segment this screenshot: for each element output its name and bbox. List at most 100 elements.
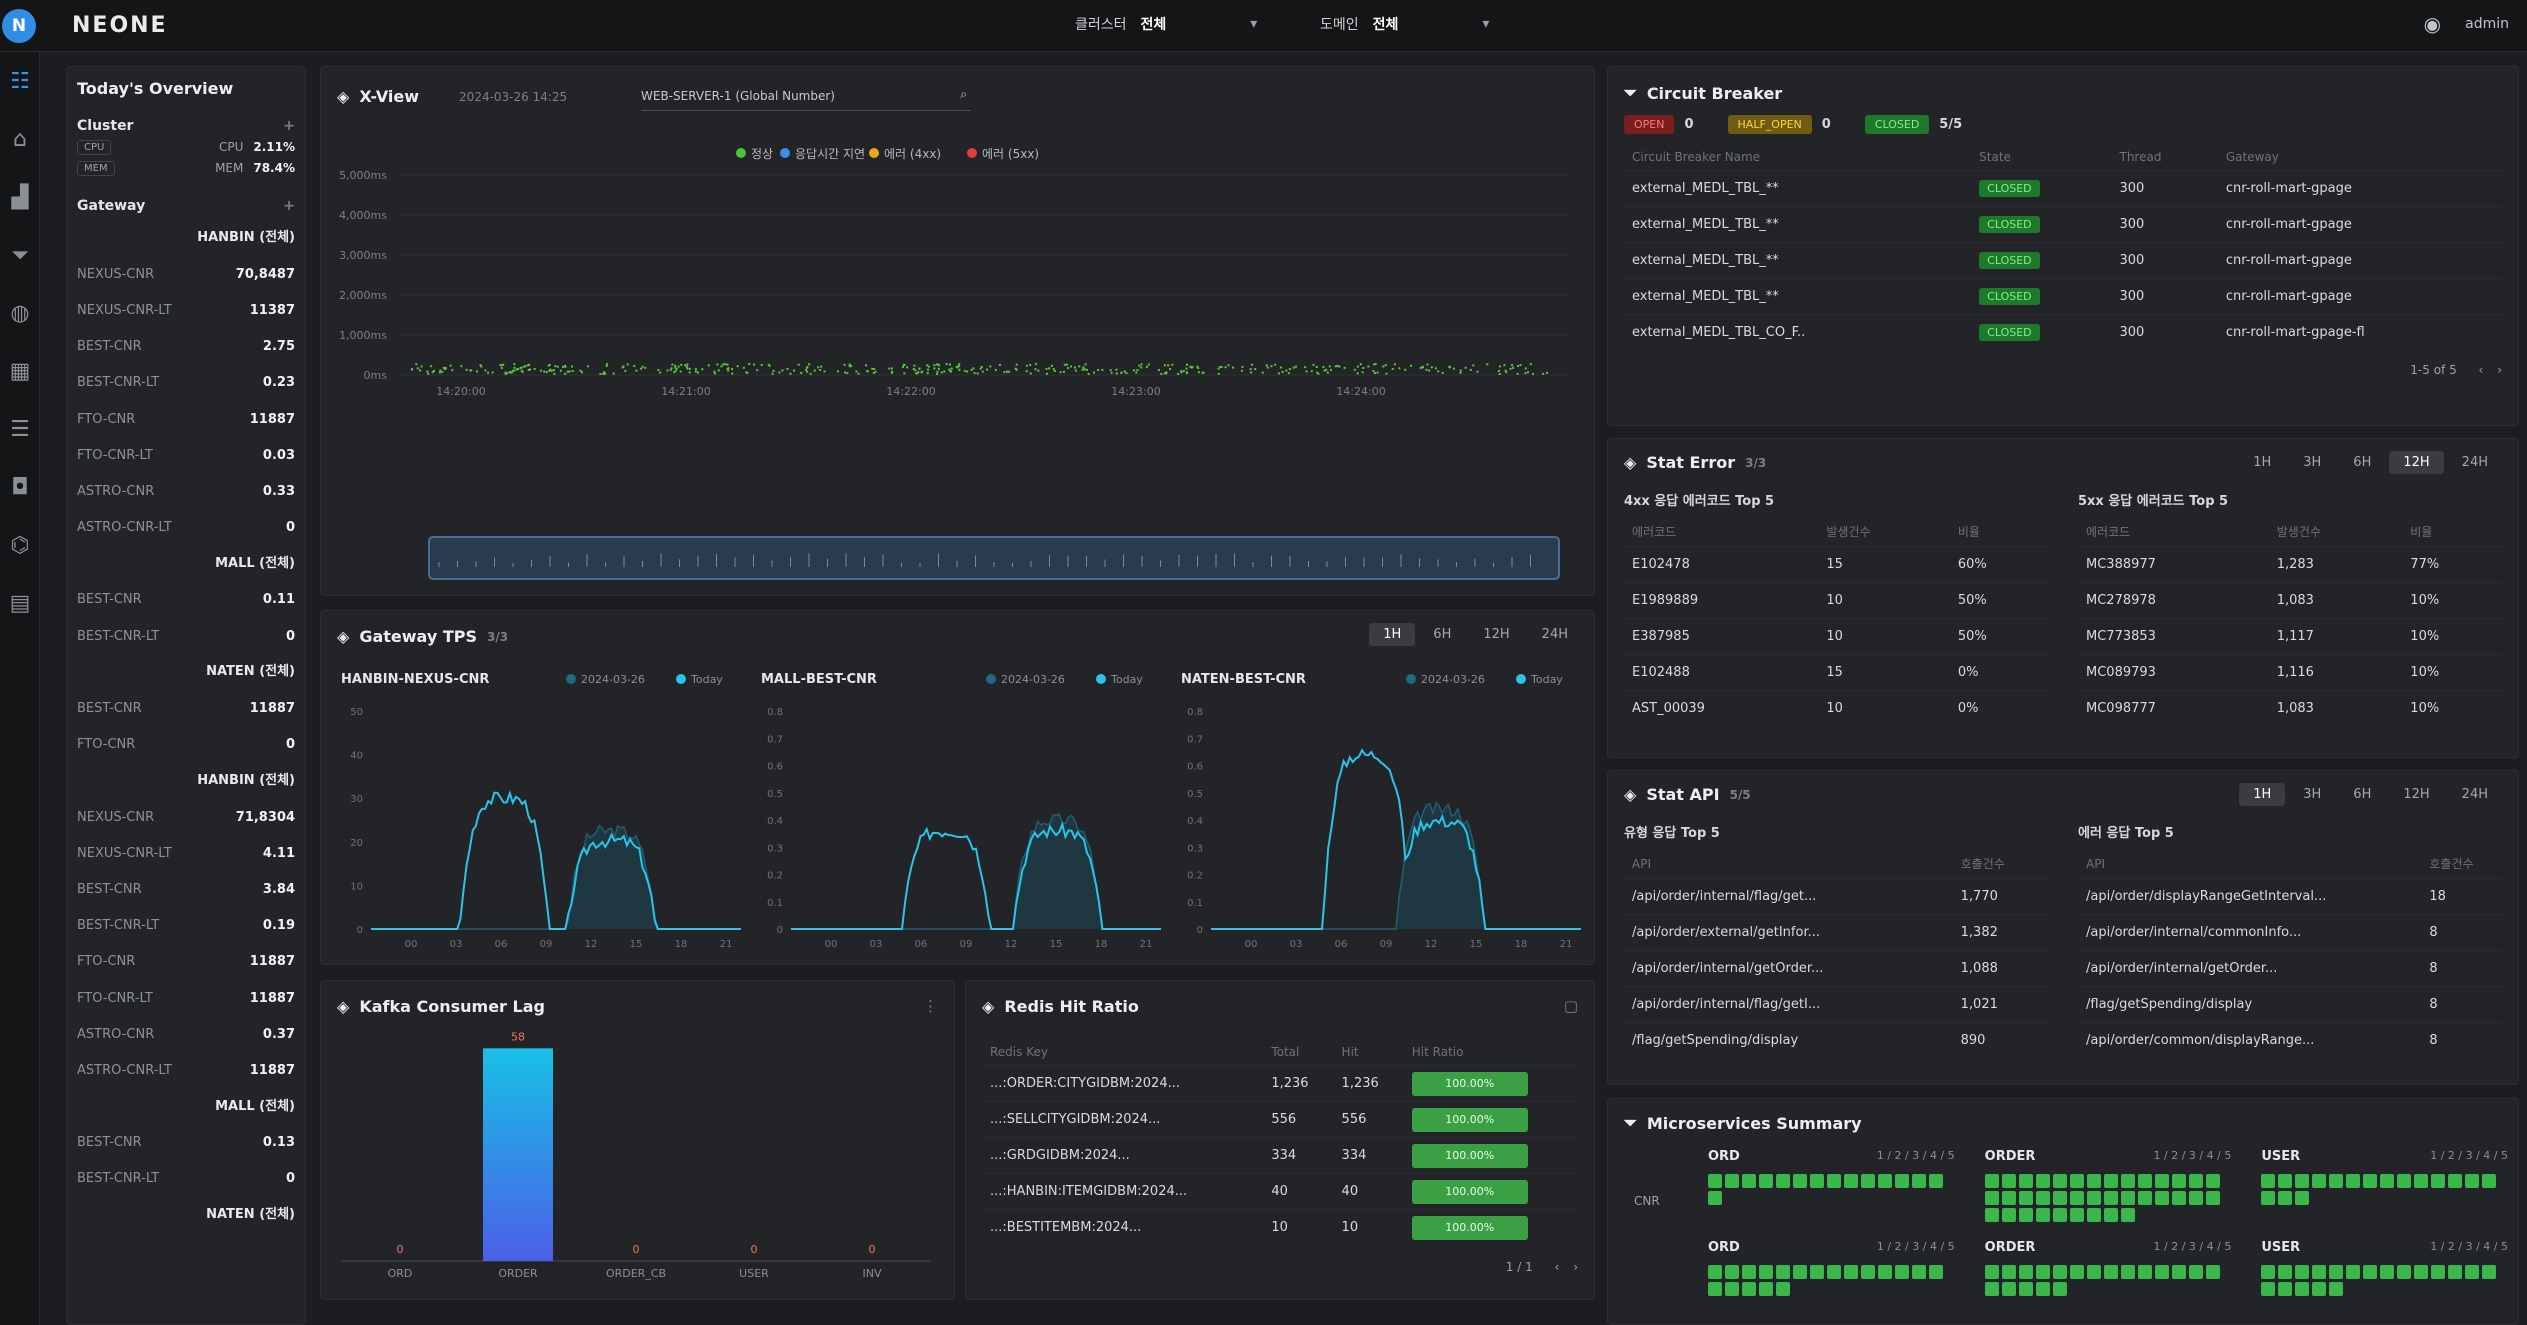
table-row[interactable]: MC388977 1,283 77% xyxy=(2078,546,2502,583)
table-row[interactable]: ...:GRDGIDBM:2024... 334 334 100.00% xyxy=(982,1137,1578,1174)
xview-point xyxy=(1157,369,1160,372)
pod-status-dot xyxy=(1984,1208,1999,1222)
filter-icon[interactable]: ⏷ xyxy=(0,226,40,284)
table-row[interactable]: /flag/getSpending/display 8 xyxy=(2078,986,2502,1023)
xview-point xyxy=(1240,369,1243,372)
table-row[interactable]: AST_00039 10 0% xyxy=(1624,690,2048,727)
chart-icon[interactable]: ▟ xyxy=(0,168,40,226)
dashboard-icon[interactable]: ☷ xyxy=(0,52,40,110)
table-row[interactable]: external_MEDL_TBL_CO_F.. CLOSED 300 cnr-rol… xyxy=(1624,314,2502,351)
tps-series-area xyxy=(371,825,741,929)
kafka-bar[interactable] xyxy=(483,1048,553,1261)
legend-dot xyxy=(967,148,977,158)
microservice-cell[interactable]: USER 1 / 2 / 3 / 4 / 5 xyxy=(2261,1149,2508,1222)
table-cell: external_MEDL_TBL_CO_F.. xyxy=(1624,314,1972,351)
cluster-select[interactable]: 클러스터 전체 ▾ xyxy=(1075,14,1257,34)
table-row[interactable]: /api/order/internal/getOrder... 1,088 xyxy=(1624,950,2048,987)
lock-icon[interactable]: ◘ xyxy=(0,458,40,516)
chevron-right-icon[interactable]: › xyxy=(1573,1260,1578,1274)
server-icon[interactable]: ◍ xyxy=(0,284,40,342)
table-row[interactable]: /flag/getSpending/display 890 xyxy=(1624,1022,2048,1059)
gateway-icon[interactable]: ⌬ xyxy=(0,516,40,574)
microservice-cell[interactable]: USER 1 / 2 / 3 / 4 / 5 xyxy=(2261,1240,2508,1296)
table-row[interactable]: MC773853 1,117 10% xyxy=(2078,618,2502,655)
table-row[interactable]: external_MEDL_TBL_** CLOSED 300 cnr-roll-ma… xyxy=(1624,278,2502,315)
xview-point xyxy=(666,369,669,372)
table-row[interactable]: /api/order/internal/commonInfo... 8 xyxy=(2078,914,2502,951)
table-row[interactable]: E387985 10 50% xyxy=(1624,618,2048,655)
gateway-group-name[interactable]: MALL (전체) xyxy=(77,546,295,582)
table-cell: 334 xyxy=(1263,1137,1334,1174)
tps-charts[interactable]: HANBIN-NEXUS-CNR 2024-03-26 Today 50 40 30 20 1… xyxy=(321,611,1596,966)
chevron-left-icon[interactable]: ‹ xyxy=(1555,1260,1560,1274)
range-tab[interactable]: 12H xyxy=(2389,783,2443,806)
xview-point xyxy=(1359,363,1362,366)
calendar-icon[interactable]: ▤ xyxy=(0,574,40,632)
chevron-right-icon[interactable]: › xyxy=(2497,363,2502,377)
range-tab[interactable]: 3H xyxy=(2289,783,2335,806)
table-row[interactable]: /api/order/external/getInfor... 1,382 xyxy=(1624,914,2048,951)
range-tab[interactable]: 3H xyxy=(2289,451,2335,474)
logo-icon[interactable]: N xyxy=(2,8,36,43)
table-row[interactable]: ...:HANBIN:ITEMGIDBM:2024... 40 40 100.00% xyxy=(982,1173,1578,1210)
table-row[interactable]: MC278978 1,083 10% xyxy=(2078,582,2502,619)
database-icon[interactable]: ▦ xyxy=(0,342,40,400)
microservice-cell[interactable]: ORDER 1 / 2 / 3 / 4 / 5 xyxy=(1984,1149,2231,1222)
range-tab[interactable]: 24H xyxy=(2448,451,2502,474)
table-row[interactable]: external_MEDL_TBL_** CLOSED 300 cnr-roll-ma… xyxy=(1624,206,2502,243)
range-tab[interactable]: 6H xyxy=(2339,451,2385,474)
xview-point xyxy=(1430,366,1433,369)
range-tab[interactable]: 12H xyxy=(2389,451,2444,474)
chevron-left-icon[interactable]: ‹ xyxy=(2479,363,2484,377)
home-icon[interactable]: ⌂ xyxy=(0,110,40,168)
table-row[interactable]: E1989889 10 50% xyxy=(1624,582,2048,619)
xview-point xyxy=(669,368,672,371)
user-icon[interactable]: ◉ xyxy=(2424,12,2441,36)
gateway-group-name[interactable]: NATEN (전체) xyxy=(77,654,295,690)
table-row[interactable]: ...:SELLCITYGIDBM:2024... 556 556 100.00% xyxy=(982,1101,1578,1138)
microservice-cell[interactable]: ORD 1 / 2 / 3 / 4 / 5 xyxy=(1708,1149,1955,1222)
list-icon[interactable]: ☰ xyxy=(0,400,40,458)
gateway-group-name[interactable]: MALL (전체) xyxy=(77,1089,295,1125)
overview-title: Today's Overview xyxy=(77,79,234,98)
table-row[interactable]: MC098777 1,083 10% xyxy=(2078,690,2502,727)
range-tab[interactable]: 24H xyxy=(2448,783,2502,806)
user-name[interactable]: admin xyxy=(2465,16,2509,32)
table-row[interactable]: /api/order/internal/getOrder... 8 xyxy=(2078,950,2502,987)
cb-pager[interactable]: 1-5 of 5 ‹ › xyxy=(1624,363,2502,377)
microservice-cell[interactable]: ORD 1 / 2 / 3 / 4 / 5 xyxy=(1708,1240,1955,1296)
time-range-navigator[interactable] xyxy=(428,536,1560,580)
range-tab[interactable]: 6H xyxy=(2339,783,2385,806)
gateway-group-name[interactable]: HANBIN (전체) xyxy=(77,220,295,256)
expand-icon[interactable]: + xyxy=(283,198,295,214)
pod-status-dot xyxy=(2154,1265,2169,1279)
expand-icon[interactable]: + xyxy=(283,118,295,134)
xview-chart[interactable]: 정상 응답시간 지연 에러 (4xx) 에러 (5xx) 5,000ms 4,000ms 3… xyxy=(321,67,1596,597)
table-row[interactable]: /api/order/internal/flag/get... 1,770 xyxy=(1624,878,2048,915)
table-row[interactable]: MC089793 1,116 10% xyxy=(2078,654,2502,691)
table-row[interactable]: ...:BESTITEMBM:2024... 10 10 100.00% xyxy=(982,1209,1578,1246)
y-tick-label: 0.1 xyxy=(1187,898,1203,909)
pod-status-dot xyxy=(2397,1174,2412,1188)
table-cell: CLOSED xyxy=(1971,314,2112,351)
microservice-cell[interactable]: ORDER 1 / 2 / 3 / 4 / 5 xyxy=(1984,1240,2231,1296)
range-tab[interactable]: 1H xyxy=(2239,451,2285,474)
table-row[interactable]: external_MEDL_TBL_** CLOSED 300 cnr-roll-ma… xyxy=(1624,170,2502,207)
gateway-group-name[interactable]: NATEN (전체) xyxy=(77,1197,295,1233)
table-row[interactable]: E102488 15 0% xyxy=(1624,654,2048,691)
xview-point xyxy=(1035,363,1038,366)
table-row[interactable]: E102478 15 60% xyxy=(1624,546,2048,583)
redis-pager[interactable]: 1 / 1 ‹ › xyxy=(982,1260,1578,1274)
domain-select[interactable]: 도메인 전체 ▾ xyxy=(1320,14,1489,34)
range-tab[interactable]: 1H xyxy=(2239,783,2286,806)
kafka-chart[interactable]: 0 ORD 58 ORDER 0 ORDER_CB 0 USER 0 INV xyxy=(321,981,956,1301)
expand-icon[interactable]: ▢ xyxy=(1564,997,1578,1015)
pod-status-dot xyxy=(2431,1174,2446,1188)
gateway-group-name[interactable]: HANBIN (전체) xyxy=(77,763,295,799)
table-row[interactable]: external_MEDL_TBL_** CLOSED 300 cnr-roll-ma… xyxy=(1624,242,2502,279)
table-row[interactable]: /api/order/common/displayRange... 8 xyxy=(2078,1022,2502,1059)
cluster-label: Cluster xyxy=(77,118,134,134)
table-row[interactable]: ...:ORDER:CITYGIDBM:2024... 1,236 1,236 100… xyxy=(982,1065,1578,1102)
table-row[interactable]: /api/order/displayRangeGetInterval... 18 xyxy=(2078,878,2502,915)
table-row[interactable]: /api/order/internal/flag/getI... 1,021 xyxy=(1624,986,2048,1023)
